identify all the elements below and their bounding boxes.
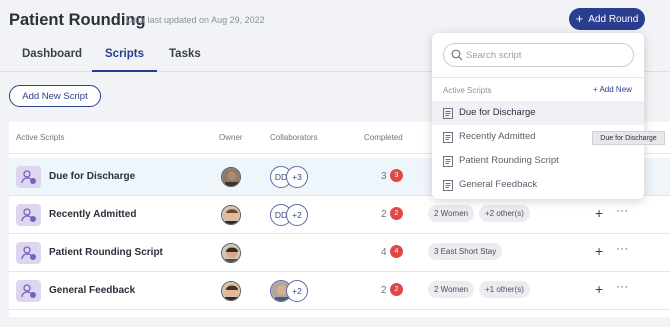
script-dropdown: Search script Active Scripts + Add New D… <box>432 33 644 199</box>
dropdown-item[interactable]: General Feedback <box>432 173 644 197</box>
completed-badge: 2 <box>390 207 403 220</box>
assignment-chip: 3 East Short Stay <box>428 243 503 260</box>
table-row[interactable]: Recently Admitted DD +2 2 2 2 Women +2 o… <box>9 196 670 234</box>
tooltip: Due for Discharge <box>592 131 665 145</box>
more-options-icon[interactable]: ··· <box>616 205 629 217</box>
collaborators-more[interactable]: +2 <box>286 204 308 226</box>
document-icon <box>443 108 453 119</box>
tab-scripts[interactable]: Scripts <box>92 48 157 72</box>
col-owner[interactable]: Owner <box>219 133 243 142</box>
completed-count: 2 <box>381 285 387 296</box>
dropdown-item[interactable]: Patient Rounding Script <box>432 149 644 173</box>
assignment-chip: 2 Women <box>428 281 475 298</box>
owner-avatar[interactable] <box>221 281 241 301</box>
add-round-label: Add Round <box>588 13 639 25</box>
search-placeholder: Search script <box>466 50 522 61</box>
script-icon <box>16 242 41 264</box>
completed-count: 4 <box>381 247 387 258</box>
dropdown-item-label: Due for Discharge <box>459 107 536 118</box>
script-name[interactable]: General Feedback <box>49 285 135 296</box>
search-input[interactable]: Search script <box>443 43 634 67</box>
assignment-chip: 2 Women <box>428 205 475 222</box>
document-icon <box>443 156 453 167</box>
dropdown-section-label: Active Scripts <box>443 86 492 95</box>
assignment-more-chip[interactable]: +2 other(s) <box>479 205 530 222</box>
more-options-icon[interactable]: ··· <box>616 281 629 293</box>
add-icon[interactable]: + <box>595 206 603 220</box>
tab-dashboard[interactable]: Dashboard <box>9 48 95 72</box>
search-icon <box>451 49 463 61</box>
script-icon <box>16 166 41 188</box>
dropdown-item-label: General Feedback <box>459 179 538 190</box>
last-updated-text: Data last updated on Aug 29, 2022 <box>126 15 265 25</box>
add-new-link[interactable]: + Add New <box>593 85 632 94</box>
table-row[interactable]: Patient Rounding Script 4 4 3 East Short… <box>9 234 670 272</box>
add-icon[interactable]: + <box>595 282 603 296</box>
owner-avatar[interactable] <box>221 243 241 263</box>
plus-icon: + <box>575 11 584 26</box>
collaborators-more[interactable]: +2 <box>286 280 308 302</box>
collaborators-more[interactable]: +3 <box>286 166 308 188</box>
col-completed[interactable]: Completed <box>364 133 403 142</box>
assignment-more-chip[interactable]: +1 other(s) <box>479 281 530 298</box>
dropdown-item[interactable]: Due for Discharge <box>432 101 644 125</box>
script-icon <box>16 204 41 226</box>
completed-count: 3 <box>381 171 387 182</box>
script-name[interactable]: Due for Discharge <box>49 171 135 182</box>
tab-tasks[interactable]: Tasks <box>156 48 214 72</box>
document-icon <box>443 132 453 143</box>
add-round-button[interactable]: + Add Round <box>569 8 645 30</box>
divider <box>432 77 644 78</box>
col-active-scripts[interactable]: Active Scripts <box>16 133 64 142</box>
add-new-script-button[interactable]: Add New Script <box>9 85 101 107</box>
dropdown-item-label: Recently Admitted <box>459 131 536 142</box>
completed-count: 2 <box>381 209 387 220</box>
owner-avatar[interactable] <box>221 205 241 225</box>
add-icon[interactable]: + <box>595 244 603 258</box>
completed-badge: 2 <box>390 283 403 296</box>
script-name[interactable]: Recently Admitted <box>49 209 136 220</box>
document-icon <box>443 180 453 191</box>
more-options-icon[interactable]: ··· <box>616 243 629 255</box>
table-row[interactable]: General Feedback +2 2 2 2 Women +1 other… <box>9 272 670 310</box>
script-name[interactable]: Patient Rounding Script <box>49 247 163 258</box>
completed-badge: 4 <box>390 245 403 258</box>
col-collaborators[interactable]: Collaborators <box>270 133 318 142</box>
script-icon <box>16 280 41 302</box>
owner-avatar[interactable] <box>221 167 241 187</box>
completed-badge: 3 <box>390 169 403 182</box>
dropdown-item-label: Patient Rounding Script <box>459 155 559 166</box>
